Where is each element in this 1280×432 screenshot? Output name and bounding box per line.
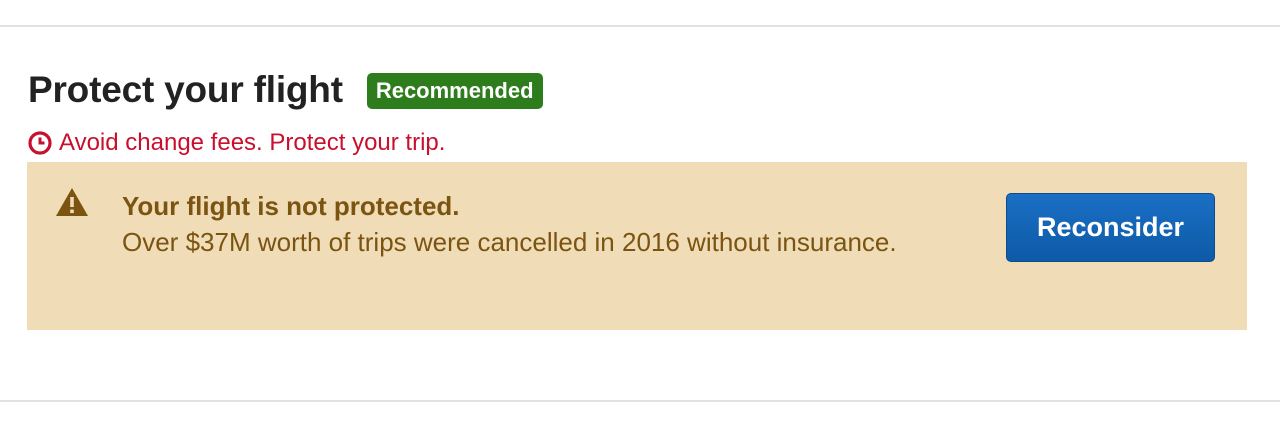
warning-icon: [55, 187, 89, 217]
protection-page: Protect your flight Recommended Avoid ch…: [0, 0, 1280, 432]
divider-top: [0, 25, 1280, 27]
section-title: Protect your flight: [28, 69, 343, 110]
alert-body: Over $37M worth of trips were cancelled …: [122, 227, 897, 257]
alert-text: Your flight is not protected. Over $37M …: [122, 190, 902, 263]
urgency-message: Avoid change fees. Protect your trip.: [28, 128, 445, 158]
protection-alert: Your flight is not protected. Over $37M …: [27, 162, 1247, 330]
alert-title: Your flight is not protected.: [122, 191, 460, 221]
urgency-text: Avoid change fees. Protect your trip.: [59, 129, 446, 156]
section-header: Protect your flight Recommended: [28, 68, 543, 112]
recommended-badge: Recommended: [366, 73, 543, 109]
clock-icon: [28, 131, 52, 155]
divider-bottom: [0, 400, 1280, 402]
reconsider-button[interactable]: Reconsider: [1006, 193, 1215, 262]
